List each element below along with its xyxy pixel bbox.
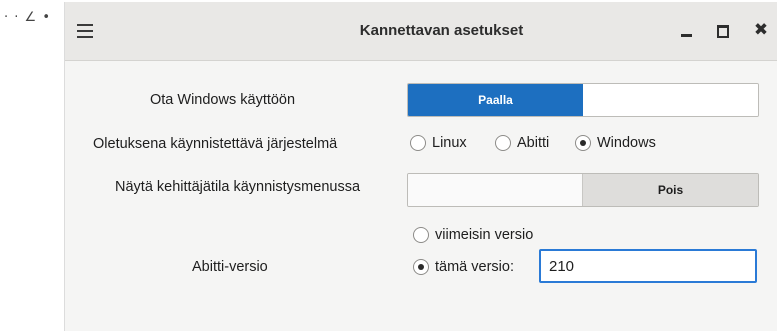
switch-on-label[interactable]: Paalla xyxy=(408,84,583,116)
radio-linux-label: Linux xyxy=(432,135,467,151)
desktop-marks: · · ∠ • xyxy=(4,10,51,25)
switch-on-half[interactable] xyxy=(408,174,583,206)
version-input[interactable] xyxy=(539,249,757,283)
default-os-label: Oletuksena käynnistettävä järjestelmä xyxy=(93,136,338,152)
radio-circle-icon[interactable] xyxy=(413,227,429,243)
radio-windows[interactable]: Windows xyxy=(575,135,656,151)
window-title: Kannettavan asetukset xyxy=(359,22,524,39)
radio-abitti[interactable]: Abitti xyxy=(495,135,549,151)
radio-abitti-label: Abitti xyxy=(517,135,550,151)
switch-off-half[interactable] xyxy=(583,84,758,116)
radio-circle-icon[interactable] xyxy=(495,135,511,151)
radio-checked-icon[interactable] xyxy=(575,135,591,151)
radio-windows-label: Windows xyxy=(597,135,656,151)
dev-mode-label: Näytä kehittäjätila käynnistysmenussa xyxy=(115,179,361,195)
maximize-button[interactable] xyxy=(713,20,733,40)
radio-latest-label: viimeisin versio xyxy=(435,227,534,243)
dev-mode-switch[interactable]: Pois xyxy=(407,173,759,207)
radio-circle-icon[interactable] xyxy=(410,135,426,151)
title-bar: Kannettavan asetukset ✖ xyxy=(65,2,777,61)
radio-linux[interactable]: Linux xyxy=(410,135,467,151)
windows-enable-switch[interactable]: Paalla xyxy=(407,83,759,117)
radio-this-version[interactable]: tämä versio: xyxy=(413,259,514,275)
settings-window: Kannettavan asetukset ✖ Ota Windows käyt… xyxy=(64,2,777,331)
windows-enable-label: Ota Windows käyttöön xyxy=(150,92,296,108)
radio-latest-version[interactable]: viimeisin versio xyxy=(413,227,533,243)
minimize-button[interactable] xyxy=(677,20,697,40)
radio-checked-icon[interactable] xyxy=(413,259,429,275)
switch-off-label[interactable]: Pois xyxy=(582,174,758,206)
radio-this-label: tämä versio: xyxy=(435,259,514,275)
close-button[interactable]: ✖ xyxy=(751,20,771,40)
abitti-version-label: Abitti-versio xyxy=(192,259,268,275)
